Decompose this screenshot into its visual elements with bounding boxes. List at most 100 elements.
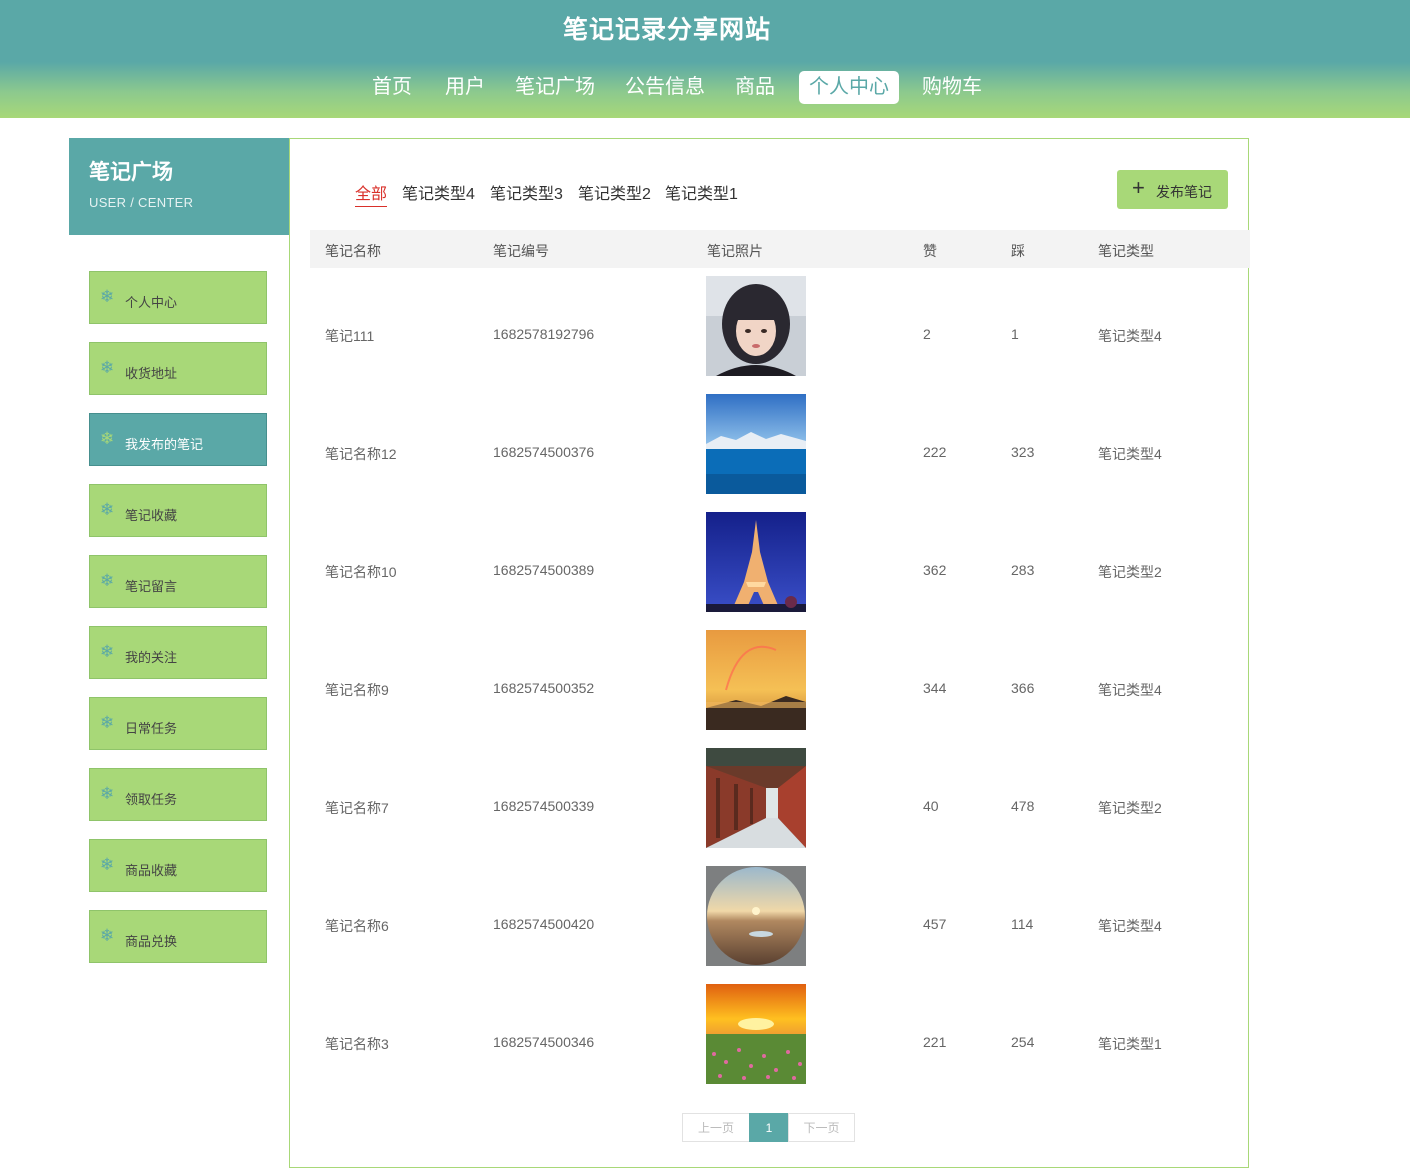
table-row[interactable]: 笔记111 1682578192796 2 1 笔记类型4 (290, 276, 1248, 394)
publish-note-label: 发布笔记 (1156, 184, 1212, 200)
snowflake-icon: ❄ (100, 713, 115, 732)
sidebar-item-personal-center[interactable]: ❄ 个人中心 (89, 271, 267, 324)
sidebar-item-label: 笔记收藏 (125, 508, 178, 523)
note-type: 笔记类型2 (1098, 564, 1162, 580)
sidebar-item-my-notes[interactable]: ❄ 我发布的笔记 (89, 413, 267, 466)
note-code: 1682574500352 (493, 680, 595, 696)
sidebar-item-note-comments[interactable]: ❄ 笔记留言 (89, 555, 267, 608)
sidebar-header: 笔记广场 USER / CENTER (69, 138, 289, 235)
note-likes: 457 (923, 916, 947, 932)
nav-cart[interactable]: 购物车 (914, 71, 990, 104)
sidebar-item-label: 收货地址 (125, 366, 178, 381)
note-code: 1682578192796 (493, 326, 595, 342)
note-name: 笔记名称7 (325, 800, 389, 816)
nav-announcements[interactable]: 公告信息 (618, 71, 712, 104)
sidebar-item-address[interactable]: ❄ 收货地址 (89, 342, 267, 395)
note-dislikes: 254 (1011, 1034, 1035, 1050)
filter-type-1[interactable]: 笔记类型1 (665, 180, 738, 204)
sidebar-item-label: 商品收藏 (125, 863, 178, 878)
prev-page-button[interactable]: 上一页 (682, 1113, 750, 1142)
col-likes: 赞 (923, 243, 937, 259)
site-header: 笔记记录分享网站 首页 用户 笔记广场 公告信息 商品 个人中心 购物车 (0, 0, 1410, 118)
col-note-type: 笔记类型 (1098, 243, 1154, 259)
table-header: 笔记名称 笔记编号 笔记照片 赞 踩 笔记类型 (310, 230, 1250, 268)
sidebar-item-following[interactable]: ❄ 我的关注 (89, 626, 267, 679)
note-photo-eiffel-tower[interactable] (706, 512, 806, 612)
note-name: 笔记名称10 (325, 564, 397, 580)
snowflake-icon: ❄ (100, 571, 115, 590)
note-photo-corridor[interactable] (706, 748, 806, 848)
note-likes: 362 (923, 562, 947, 578)
sidebar-item-label: 笔记留言 (125, 579, 178, 594)
note-likes: 40 (923, 798, 939, 814)
snowflake-icon: ❄ (100, 855, 115, 874)
note-likes: 222 (923, 444, 947, 460)
sidebar-item-claim-tasks[interactable]: ❄ 领取任务 (89, 768, 267, 821)
sidebar-item-label: 个人中心 (125, 295, 178, 310)
table-row[interactable]: 笔记名称6 1682574500420 457 114 笔记类型4 (290, 866, 1248, 984)
note-dislikes: 323 (1011, 444, 1035, 460)
sidebar-item-label: 我发布的笔记 (125, 437, 204, 452)
sidebar-item-label: 商品兑换 (125, 934, 178, 949)
note-dislikes: 366 (1011, 680, 1035, 696)
nav-home[interactable]: 首页 (361, 71, 423, 104)
note-name: 笔记名称9 (325, 682, 389, 698)
note-likes: 221 (923, 1034, 947, 1050)
next-page-button[interactable]: 下一页 (788, 1113, 855, 1142)
nav-personal-center[interactable]: 个人中心 (799, 71, 899, 104)
sidebar-item-goods-favorites[interactable]: ❄ 商品收藏 (89, 839, 267, 892)
sidebar-item-note-favorites[interactable]: ❄ 笔记收藏 (89, 484, 267, 537)
note-name: 笔记名称6 (325, 918, 389, 934)
snowflake-icon: ❄ (100, 642, 115, 661)
sidebar-title: 笔记广场 (89, 161, 173, 184)
sidebar-item-label: 日常任务 (125, 721, 178, 736)
note-code: 1682574500339 (493, 798, 595, 814)
note-likes: 2 (923, 326, 931, 342)
sidebar-item-daily-tasks[interactable]: ❄ 日常任务 (89, 697, 267, 750)
sidebar-subtitle: USER / CENTER (89, 195, 194, 210)
table-row[interactable]: 笔记名称12 1682574500376 222 323 笔记类型4 (290, 394, 1248, 512)
note-type: 笔记类型4 (1098, 446, 1162, 462)
note-type: 笔记类型2 (1098, 800, 1162, 816)
main-nav: 首页 用户 笔记广场 公告信息 商品 个人中心 购物车 (0, 71, 1410, 105)
filter-all[interactable]: 全部 (355, 180, 388, 207)
note-dislikes: 283 (1011, 562, 1035, 578)
snowflake-icon: ❄ (100, 429, 115, 448)
publish-note-button[interactable]: + 发布笔记 (1117, 170, 1228, 209)
note-dislikes: 478 (1011, 798, 1035, 814)
note-photo-sea[interactable] (706, 394, 806, 494)
nav-goods[interactable]: 商品 (726, 71, 784, 104)
table-row[interactable]: 笔记名称9 1682574500352 344 366 笔记类型4 (290, 630, 1248, 748)
snowflake-icon: ❄ (100, 358, 115, 377)
col-dislikes: 踩 (1011, 243, 1025, 259)
note-likes: 344 (923, 680, 947, 696)
note-code: 1682574500420 (493, 916, 595, 932)
note-code: 1682574500376 (493, 444, 595, 460)
col-note-photo: 笔记照片 (707, 243, 763, 259)
snowflake-icon: ❄ (100, 926, 115, 945)
filter-type-3[interactable]: 笔记类型3 (490, 180, 563, 204)
note-photo-portrait[interactable] (706, 276, 806, 376)
page-1-button[interactable]: 1 (749, 1113, 789, 1142)
filter-type-2[interactable]: 笔记类型2 (578, 180, 651, 204)
nav-note-square[interactable]: 笔记广场 (508, 71, 602, 104)
note-photo-rainbow-coast[interactable] (706, 630, 806, 730)
note-photo-flower-field[interactable] (706, 984, 806, 1084)
table-row[interactable]: 笔记名称3 1682574500346 221 254 笔记类型1 (290, 984, 1248, 1102)
note-code: 1682574500346 (493, 1034, 595, 1050)
note-dislikes: 1 (1011, 326, 1019, 342)
note-name: 笔记名称12 (325, 446, 397, 462)
notes-panel: 全部 笔记类型4 笔记类型3 笔记类型2 笔记类型1 + 发布笔记 笔记名称 笔… (289, 138, 1250, 1168)
sidebar-item-goods-exchange[interactable]: ❄ 商品兑换 (89, 910, 267, 963)
table-row[interactable]: 笔记名称10 1682574500389 362 283 笔记类型2 (290, 512, 1248, 630)
nav-users[interactable]: 用户 (434, 71, 496, 104)
snowflake-icon: ❄ (100, 500, 115, 519)
plus-icon: + (1132, 175, 1145, 200)
filter-type-4[interactable]: 笔记类型4 (402, 180, 475, 204)
note-type: 笔记类型1 (1098, 1036, 1162, 1052)
col-note-name: 笔记名称 (325, 243, 381, 259)
note-photo-desert-sunset[interactable] (706, 866, 806, 966)
table-row[interactable]: 笔记名称7 1682574500339 40 478 笔记类型2 (290, 748, 1248, 866)
note-type: 笔记类型4 (1098, 328, 1162, 344)
note-code: 1682574500389 (493, 562, 595, 578)
